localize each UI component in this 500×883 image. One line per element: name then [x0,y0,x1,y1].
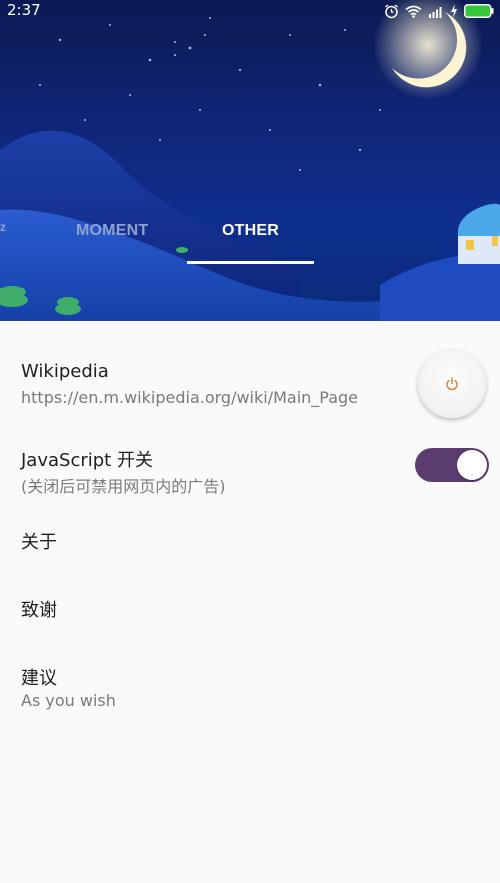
signal-icon [429,6,442,18]
toggle-knob [457,450,487,480]
header-banner: 2:37 z MOMENT OTHER [0,0,500,321]
wifi-icon [405,5,422,18]
alarm-icon [385,3,398,18]
tab-other[interactable]: OTHER [222,222,279,240]
wikipedia-power-button[interactable] [418,350,486,418]
battery-icon [464,4,494,18]
status-bar: 2:37 [0,0,500,22]
list-item-suggestions[interactable]: 建议 As you wish [0,650,500,720]
list-item-about[interactable]: 关于 [0,515,500,565]
item-title: 建议 [21,668,57,689]
status-time: 2:37 [7,1,41,19]
tab-offscreen-partial: z [0,220,6,234]
javascript-toggle-switch[interactable] [415,448,489,482]
power-icon [446,377,458,391]
tab-selected-indicator [187,261,314,264]
item-subtitle: As you wish [21,691,116,710]
list-item-thanks[interactable]: 致谢 [0,583,500,633]
night-scene-illustration [0,0,500,321]
item-title: Wikipedia [21,361,109,382]
item-title: 关于 [21,532,57,553]
tab-moment[interactable]: MOMENT [76,222,148,240]
item-subtitle: (关闭后可禁用网页内的广告) [21,477,226,496]
item-title: 致谢 [21,600,57,621]
item-subtitle: https://en.m.wikipedia.org/wiki/Main_Pag… [21,388,359,407]
charging-icon [451,4,457,18]
item-title: JavaScript 开关 [21,450,153,471]
